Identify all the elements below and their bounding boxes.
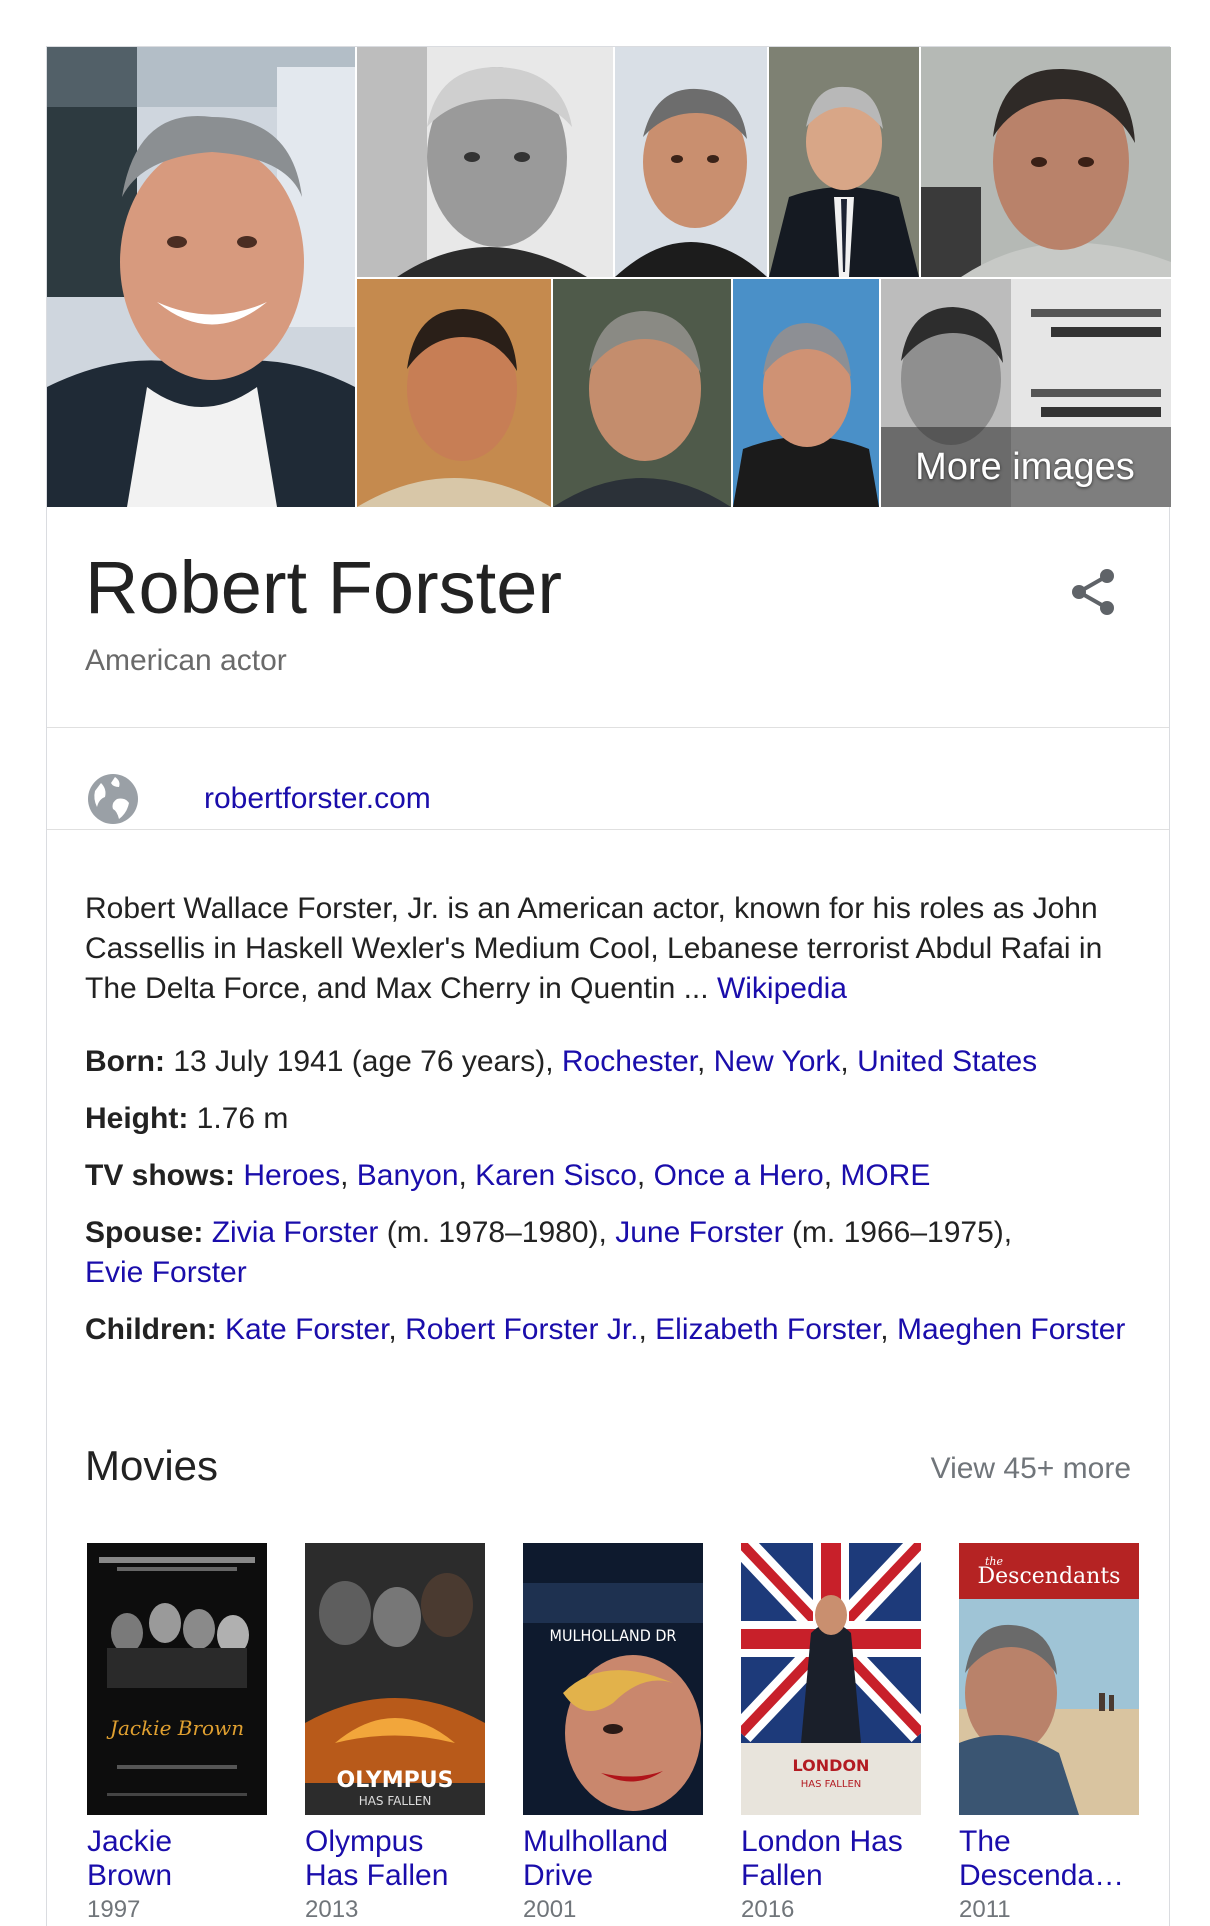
movie-card[interactable]: Jackie Brown Jackie Brown 1997	[87, 1543, 267, 1925]
movie-title[interactable]: Olympus Has Fallen	[305, 1825, 485, 1893]
poster-title: OLYMPUS	[337, 1768, 454, 1793]
fact-value: (m. 1978–1980),	[378, 1216, 616, 1249]
poster-title: MULHOLLAND DR	[550, 1626, 677, 1645]
entity-title: Robert Forster	[85, 546, 563, 629]
poster-subtitle: HAS FALLEN	[801, 1779, 862, 1790]
poster-title: Descendants	[978, 1564, 1121, 1589]
gallery-photo[interactable]	[357, 47, 613, 277]
movie-card[interactable]: OLYMPUS HAS FALLEN Olympus Has Fallen 201…	[305, 1543, 485, 1925]
movie-title[interactable]: Jackie Brown	[87, 1825, 267, 1893]
fact-value: 1.76 m	[188, 1102, 289, 1135]
fact-value: 13 July 1941 (age 76 years),	[164, 1045, 562, 1078]
poster-title: Jackie Brown	[106, 1716, 244, 1740]
divider	[47, 829, 1169, 830]
fact-label: TV shows:	[85, 1159, 236, 1192]
link-once-a-hero[interactable]: Once a Hero	[654, 1159, 824, 1192]
description: Robert Wallace Forster, Jr. is an Americ…	[85, 889, 1125, 1009]
movie-poster[interactable]: LONDON HAS FALLEN	[741, 1543, 921, 1815]
movie-poster[interactable]: MULHOLLAND DR	[523, 1543, 703, 1815]
movie-poster[interactable]: Jackie Brown	[87, 1543, 267, 1815]
link-elizabeth-forster[interactable]: Elizabeth Forster	[655, 1313, 880, 1346]
poster-title: LONDON	[793, 1756, 870, 1775]
fact-height: Height: 1.76 m	[85, 1099, 1145, 1139]
entity-subtitle: American actor	[85, 644, 287, 677]
poster-subtitle: HAS FALLEN	[359, 1794, 432, 1808]
view-more-link[interactable]: View 45+ more	[931, 1449, 1131, 1489]
link-rochester[interactable]: Rochester	[562, 1045, 697, 1078]
link-maeghen-forster[interactable]: Maeghen Forster	[897, 1313, 1125, 1346]
movie-card[interactable]: LONDON HAS FALLEN London Has Fallen 2016	[741, 1543, 921, 1925]
movie-year: 2016	[741, 1896, 795, 1923]
link-heroes[interactable]: Heroes	[243, 1159, 340, 1192]
fact-spouse: Spouse: Zivia Forster (m. 1978–1980), Ju…	[85, 1213, 1145, 1293]
movie-card[interactable]: the Descendants The Descenda… 2011	[959, 1543, 1139, 1925]
link-united-states[interactable]: United States	[857, 1045, 1037, 1078]
link-karen-sisco[interactable]: Karen Sisco	[475, 1159, 637, 1192]
movie-year: 1997	[87, 1896, 141, 1923]
movies-heading: Movies	[85, 1442, 219, 1489]
fact-tv-shows: TV shows: Heroes, Banyon, Karen Sisco, O…	[85, 1159, 931, 1192]
link-more-tv-shows[interactable]: MORE	[840, 1159, 930, 1192]
movie-year: 2013	[305, 1896, 359, 1923]
link-june-forster[interactable]: June Forster	[615, 1216, 783, 1249]
fact-label: Height:	[85, 1102, 189, 1135]
image-gallery: More images	[47, 47, 1171, 507]
gallery-photo[interactable]: More images	[881, 279, 1171, 507]
gallery-photo[interactable]	[615, 47, 767, 277]
gallery-photo[interactable]	[733, 279, 879, 507]
link-new-york[interactable]: New York	[714, 1045, 841, 1078]
website-link[interactable]: robertforster.com	[204, 779, 431, 819]
movie-year: 2011	[959, 1896, 1011, 1923]
more-images-button[interactable]: More images	[881, 427, 1171, 507]
link-zivia-forster[interactable]: Zivia Forster	[212, 1216, 379, 1249]
facts-list: Born: 13 July 1941 (age 76 years), Roche…	[85, 1042, 1145, 1350]
link-robert-forster-jr[interactable]: Robert Forster Jr.	[405, 1313, 638, 1346]
link-kate-forster[interactable]: Kate Forster	[225, 1313, 388, 1346]
movie-poster[interactable]: OLYMPUS HAS FALLEN	[305, 1543, 485, 1815]
link-evie-forster[interactable]: Evie Forster	[85, 1256, 247, 1289]
fact-children: Children: Kate Forster, Robert Forster J…	[85, 1313, 1126, 1346]
movie-card[interactable]: MULHOLLAND DR Mulholland Drive 2001	[523, 1543, 703, 1925]
gallery-photo[interactable]	[769, 47, 919, 277]
gallery-photo[interactable]	[553, 279, 731, 507]
globe-icon	[83, 769, 143, 829]
movie-year: 2001	[523, 1896, 577, 1923]
fact-label: Born:	[85, 1045, 165, 1078]
fact-label: Children:	[85, 1313, 217, 1346]
fact-label: Spouse:	[85, 1216, 204, 1249]
movie-title[interactable]: London Has Fallen	[741, 1825, 921, 1893]
movie-poster[interactable]: the Descendants	[959, 1543, 1139, 1815]
knowledge-panel: More images Robert Forster American acto…	[46, 46, 1171, 1926]
fact-born: Born: 13 July 1941 (age 76 years), Roche…	[85, 1045, 1038, 1078]
gallery-photo[interactable]	[357, 279, 551, 507]
movie-title[interactable]: Mulholland Drive	[523, 1825, 703, 1893]
link-banyon[interactable]: Banyon	[357, 1159, 459, 1192]
gallery-photo[interactable]	[921, 47, 1171, 277]
main-photo[interactable]	[47, 47, 355, 507]
description-text: Robert Wallace Forster, Jr. is an Americ…	[85, 892, 1103, 1005]
movie-title[interactable]: The Descenda…	[959, 1825, 1139, 1893]
share-icon[interactable]	[1063, 562, 1123, 622]
divider	[47, 727, 1169, 728]
wikipedia-link[interactable]: Wikipedia	[717, 972, 847, 1005]
fact-value: (m. 1966–1975),	[783, 1216, 1013, 1249]
